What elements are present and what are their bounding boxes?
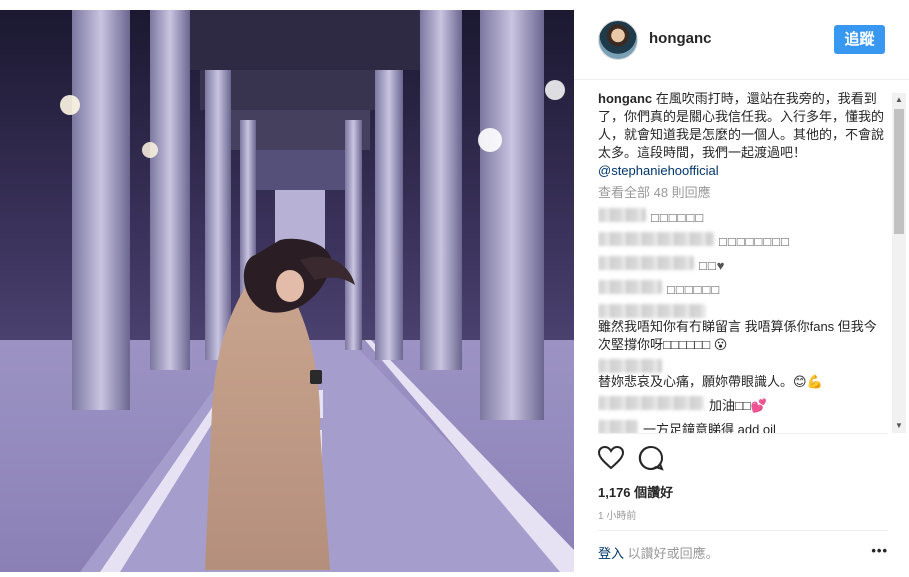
post-actions: 1,176 個讚好 1 小時前: [598, 433, 888, 522]
like-count[interactable]: 1,176 個讚好: [598, 482, 888, 501]
blurred-username[interactable]: [598, 396, 704, 410]
more-icon[interactable]: •••: [871, 543, 888, 562]
comment-item: □□□□□□□□: [598, 232, 888, 251]
comment-footer: 登入 以讚好或回應。 •••: [598, 530, 888, 562]
comment-text: 加油□□💕: [709, 398, 767, 413]
login-suffix: 以讚好或回應。: [624, 546, 719, 561]
avatar[interactable]: [598, 20, 638, 60]
photo-scene: [0, 10, 574, 572]
comment-icon[interactable]: [638, 445, 664, 471]
scroll-up-arrow-icon[interactable]: ▲: [892, 93, 906, 107]
comment-item: □□♥: [598, 256, 888, 275]
comment-text: □□□□□□: [651, 210, 705, 225]
heart-icon[interactable]: [598, 446, 624, 470]
login-prompt: 登入 以讚好或回應。: [598, 543, 719, 562]
view-all-comments-link[interactable]: 查看全部 48 則回應: [598, 184, 888, 202]
comment-text: □□♥: [699, 258, 726, 273]
blurred-username[interactable]: [598, 232, 714, 246]
comment-text: 雖然我唔知你有冇睇留言 我唔算係你fans 但我今次堅撐你呀□□□□□□ 😮: [598, 319, 877, 352]
comment-item: □□□□□□: [598, 280, 888, 299]
comment-item: □□□□□□: [598, 208, 888, 227]
comment-item: 加油□□💕: [598, 396, 888, 415]
blurred-username[interactable]: [598, 359, 662, 373]
post-header: honganc 追蹤: [574, 10, 909, 80]
comment-item: 雖然我唔知你有冇睇留言 我唔算係你fans 但我今次堅撐你呀□□□□□□ 😮: [598, 304, 888, 354]
post-side-panel: honganc 追蹤 honganc 在風吹雨打時，還站在我旁的，我看到了，你們…: [574, 10, 909, 572]
caption-username[interactable]: honganc: [598, 91, 652, 106]
action-icons: [598, 444, 888, 472]
comment-item: 一方足鐘意睇得 add oil: [598, 420, 888, 433]
blurred-username[interactable]: [598, 280, 662, 294]
comment-text: 一方足鐘意睇得 add oil: [643, 422, 776, 433]
comments-scrollbar[interactable]: ▲ ▼: [892, 93, 906, 433]
blurred-username[interactable]: [598, 208, 646, 222]
login-link[interactable]: 登入: [598, 546, 624, 561]
follow-button[interactable]: 追蹤: [834, 25, 885, 54]
blurred-username[interactable]: [598, 420, 638, 433]
post-username[interactable]: honganc: [649, 30, 712, 47]
comment-text: □□□□□□: [667, 282, 721, 297]
scroll-down-arrow-icon[interactable]: ▼: [892, 419, 906, 433]
caption: honganc 在風吹雨打時，還站在我旁的，我看到了，你們真的是關心我信任我。入…: [598, 90, 888, 180]
blurred-username[interactable]: [598, 304, 706, 318]
comment-text: □□□□□□□□: [719, 234, 790, 249]
comment-text: 替妳悲哀及心痛，願妳帶眼識人。😊💪: [598, 374, 823, 389]
post-photo[interactable]: [0, 10, 574, 572]
comments-list[interactable]: honganc 在風吹雨打時，還站在我旁的，我看到了，你們真的是關心我信任我。入…: [598, 90, 888, 433]
post-timestamp[interactable]: 1 小時前: [598, 507, 888, 522]
comment-item: 替妳悲哀及心痛，願妳帶眼識人。😊💪: [598, 359, 888, 391]
caption-mention[interactable]: @stephaniehoofficial: [598, 163, 719, 178]
scroll-thumb[interactable]: [894, 109, 904, 234]
blurred-username[interactable]: [598, 256, 694, 270]
